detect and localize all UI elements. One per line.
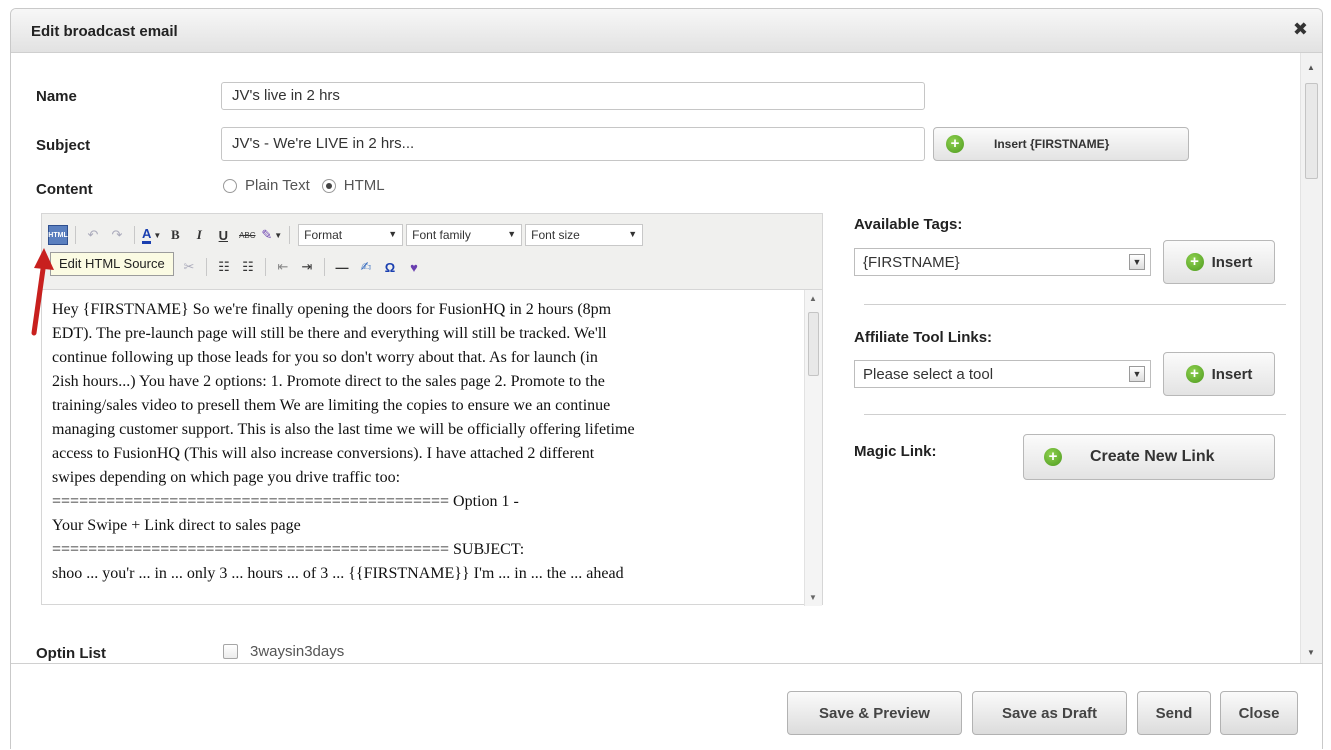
- dialog-title: Edit broadcast email: [31, 23, 178, 40]
- special-char-icon[interactable]: Ω: [380, 257, 400, 277]
- optin-checkbox[interactable]: [223, 644, 238, 659]
- available-tags-label: Available Tags:: [854, 216, 963, 233]
- numbered-list-icon[interactable]: ☷: [238, 257, 258, 277]
- editor-line: continue following up those leads for yo…: [52, 349, 598, 366]
- dialog-scrollbar[interactable]: ▲ ▼: [1300, 53, 1322, 663]
- plain-text-label: Plain Text: [245, 177, 310, 194]
- divider: [864, 414, 1286, 415]
- editor-line: access to FusionHQ (This will also incre…: [52, 445, 595, 462]
- magic-link-label: Magic Link:: [854, 443, 937, 460]
- editor-line: managing customer support. This is also …: [52, 421, 635, 438]
- html-radio[interactable]: [321, 178, 336, 193]
- plain-text-radio[interactable]: [223, 178, 237, 193]
- undo-icon[interactable]: ↶: [83, 225, 103, 245]
- editor-line: swipes depending on which page you drive…: [52, 469, 401, 486]
- create-new-link-button[interactable]: + Create New Link: [1023, 434, 1275, 480]
- editor-line: shoo ... you'r ... in ... only 3 ... hou…: [52, 565, 624, 582]
- content-type-radios: Plain Text HTML: [223, 177, 385, 194]
- spellcheck-icon[interactable]: ♥: [404, 257, 424, 277]
- subject-label: Subject: [36, 137, 91, 154]
- font-color-icon[interactable]: A ▼: [142, 225, 161, 245]
- horizontal-rule-icon[interactable]: —: [332, 257, 352, 277]
- scroll-down-icon[interactable]: ▼: [1307, 648, 1315, 657]
- html-label: HTML: [343, 177, 385, 194]
- name-input[interactable]: JV's live in 2 hrs: [221, 82, 925, 110]
- insert-firstname-button[interactable]: + Insert {FIRSTNAME}: [933, 127, 1189, 161]
- plus-icon: +: [1185, 365, 1204, 383]
- edit-broadcast-dialog: Edit broadcast email ✖ Name JV's live in…: [10, 8, 1323, 750]
- font-size-select[interactable]: Font size ▼: [525, 224, 644, 246]
- dialog-footer: Save & Preview Save as Draft Send Close: [11, 663, 1322, 750]
- font-family-select[interactable]: Font family ▼: [406, 224, 523, 246]
- scroll-up-icon[interactable]: ▲: [809, 294, 817, 303]
- dialog-titlebar: Edit broadcast email ✖: [11, 9, 1322, 53]
- save-and-preview-button[interactable]: Save & Preview: [787, 691, 962, 735]
- insert-tag-button[interactable]: + Insert: [1163, 240, 1275, 284]
- bullet-list-icon[interactable]: ☷: [214, 257, 234, 277]
- scroll-down-icon[interactable]: ▼: [809, 593, 817, 602]
- editor-line: Hey {FIRSTNAME} So we're finally opening…: [52, 301, 612, 318]
- optin-list-label: Optin List: [36, 645, 106, 662]
- name-label: Name: [36, 88, 77, 105]
- affiliate-tool-select[interactable]: Please select a tool ▼: [854, 360, 1151, 388]
- underline-icon[interactable]: U: [213, 225, 233, 245]
- edit-html-source-tooltip: Edit HTML Source: [50, 252, 174, 276]
- editor-line: Your Swipe + Link direct to sales page: [52, 517, 301, 534]
- optin-option-label: 3waysin3days: [250, 643, 345, 660]
- content-label: Content: [36, 181, 93, 198]
- unlink-icon[interactable]: ✂: [179, 257, 199, 277]
- close-icon[interactable]: ✖: [1293, 19, 1308, 40]
- insert-firstname-label: Insert {FIRSTNAME}: [994, 137, 1110, 151]
- indent-icon[interactable]: ⇥: [297, 257, 317, 277]
- redo-icon[interactable]: ↷: [107, 225, 127, 245]
- editor-line: ========================================…: [52, 541, 525, 558]
- subject-input[interactable]: JV's - We're LIVE in 2 hrs...: [221, 127, 925, 161]
- chevron-down-icon: ▼: [1129, 254, 1145, 270]
- available-tags-select[interactable]: {FIRSTNAME} ▼: [854, 248, 1151, 276]
- plus-icon: +: [1044, 448, 1062, 466]
- optin-list-option: 3waysin3days: [223, 643, 344, 660]
- insert-affiliate-button[interactable]: + Insert: [1163, 352, 1275, 396]
- divider: [864, 304, 1286, 305]
- editor-line: 2ish hours...) You have 2 options: 1. Pr…: [52, 373, 605, 390]
- edit-html-source-icon[interactable]: HTML: [48, 225, 68, 245]
- annotation-arrow-icon: [31, 248, 54, 336]
- chevron-down-icon: ▼: [1129, 366, 1145, 382]
- close-button[interactable]: Close: [1220, 691, 1298, 735]
- italic-icon[interactable]: I: [189, 225, 209, 245]
- insert-image-icon[interactable]: ✍: [356, 257, 376, 277]
- toolbar-row-1: HTML ↶ ↷ A ▼ B I U ABC ✎ ▼ Format ▼ Font fa…: [46, 220, 644, 250]
- editor-line: EDT). The pre-launch page will still be …: [52, 325, 607, 342]
- editor-line: ========================================…: [52, 493, 519, 510]
- scroll-up-icon[interactable]: ▲: [1307, 63, 1315, 72]
- affiliate-tool-links-label: Affiliate Tool Links:: [854, 329, 993, 346]
- plus-icon: +: [1185, 253, 1204, 271]
- dialog-scroll-thumb[interactable]: [1305, 83, 1318, 179]
- outdent-icon[interactable]: ⇤: [273, 257, 293, 277]
- save-as-draft-button[interactable]: Save as Draft: [972, 691, 1127, 735]
- editor-scrollbar[interactable]: ▲ ▼: [804, 290, 822, 606]
- plus-icon: +: [946, 135, 964, 153]
- editor-content[interactable]: Hey {FIRSTNAME} So we're finally opening…: [42, 290, 805, 606]
- highlight-icon[interactable]: ✎ ▼: [261, 225, 282, 245]
- editor-scroll-thumb[interactable]: [808, 312, 819, 376]
- editor-line: training/sales video to presell them We …: [52, 397, 611, 414]
- send-button[interactable]: Send: [1137, 691, 1211, 735]
- format-select[interactable]: Format ▼: [298, 224, 404, 246]
- bold-icon[interactable]: B: [165, 225, 185, 245]
- strikethrough-icon[interactable]: ABC: [237, 225, 257, 245]
- dialog-body: Name JV's live in 2 hrs Subject JV's - W…: [11, 53, 1322, 663]
